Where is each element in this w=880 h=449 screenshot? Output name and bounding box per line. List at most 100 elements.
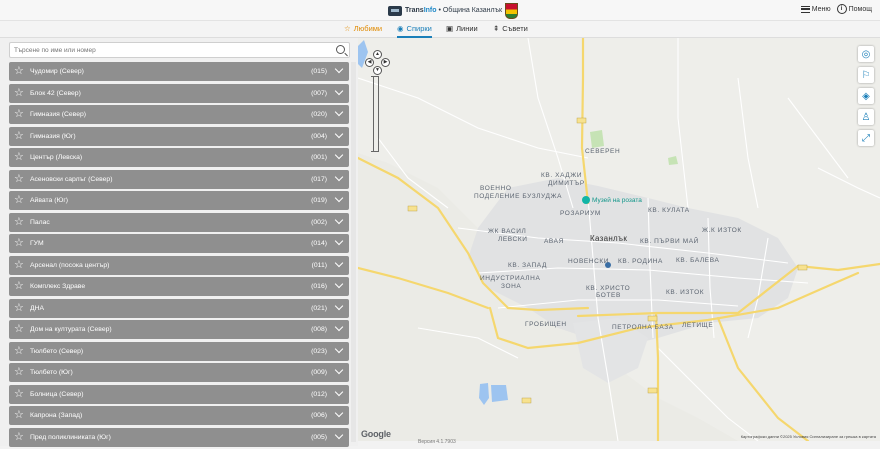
locate-button[interactable]: ◎: [858, 46, 874, 62]
stop-code: (023): [311, 347, 327, 355]
stop-row[interactable]: ☆ Арсенал (посока център) (011): [9, 255, 349, 275]
stop-row[interactable]: ☆ Айвата (Юг) (019): [9, 191, 349, 210]
stop-row[interactable]: ☆ Блок 42 (Север) (007): [9, 83, 349, 103]
stop-code: (012): [311, 390, 327, 398]
tab-tips[interactable]: ⇞ Съвети: [493, 21, 528, 36]
chevron-down-icon[interactable]: [334, 193, 344, 203]
chevron-down-icon[interactable]: [334, 408, 344, 418]
favorite-star-icon[interactable]: ☆: [14, 259, 24, 271]
stop-name: ГУМ: [30, 240, 44, 247]
bus-icon: ▣: [446, 24, 454, 33]
map-label: ПЕТРОЛНА БАЗА: [612, 324, 674, 331]
stop-name: Център (Левска): [30, 154, 83, 161]
favorite-star-icon[interactable]: ☆: [14, 173, 24, 185]
chevron-down-icon[interactable]: [334, 387, 344, 396]
search-input[interactable]: [10, 45, 334, 55]
favorite-star-icon[interactable]: ☆: [14, 366, 24, 378]
favorite-star-icon[interactable]: ☆: [14, 431, 24, 443]
chevron-down-icon[interactable]: [334, 64, 344, 74]
chevron-down-icon[interactable]: [334, 322, 344, 332]
stop-row[interactable]: ☆ Център (Левска) (001): [9, 148, 349, 167]
chevron-down-icon[interactable]: [334, 344, 344, 353]
stop-row[interactable]: ☆ Чудомир (Север) (015): [9, 62, 349, 81]
favorite-star-icon[interactable]: ☆: [14, 302, 24, 314]
help-button[interactable]: i Помощ: [836, 4, 872, 14]
favorite-star-icon[interactable]: ☆: [14, 345, 24, 357]
favorite-star-icon[interactable]: ☆: [14, 280, 24, 292]
favorite-star-icon[interactable]: ☆: [14, 151, 24, 163]
map-label: КВ. ХРИСТО: [586, 285, 630, 292]
map-canvas: СЕВЕРЕН КВ. ХАДЖИ ДИМИТЪР ВОЕННО ПОДЕЛЕН…: [358, 38, 880, 441]
favorite-star-icon[interactable]: ☆: [14, 65, 24, 77]
stops-on-map-button[interactable]: ◈: [858, 88, 874, 104]
stop-code: (015): [311, 68, 327, 75]
favorite-star-icon[interactable]: ☆: [14, 388, 24, 400]
chevron-down-icon[interactable]: [334, 107, 344, 117]
chevron-down-icon[interactable]: [334, 150, 344, 160]
stop-code: (006): [311, 412, 327, 419]
chevron-down-icon[interactable]: [334, 365, 344, 375]
tab-lines[interactable]: ▣ Линии: [446, 21, 478, 36]
stop-row[interactable]: ☆ ДНА (021): [9, 298, 349, 318]
fullscreen-button[interactable]: ⤢: [858, 130, 874, 146]
favorite-star-icon[interactable]: ☆: [14, 130, 24, 142]
stop-name: Блок 42 (Север): [30, 89, 81, 97]
map-label: СЕВЕРЕН: [585, 148, 620, 155]
stop-row[interactable]: ☆ Дом на културата (Север) (008): [9, 320, 349, 339]
stop-code: (014): [311, 240, 327, 247]
map-label: КВ. ХАДЖИ: [541, 172, 582, 179]
map[interactable]: СЕВЕРЕН КВ. ХАДЖИ ДИМИТЪР ВОЕННО ПОДЕЛЕН…: [358, 38, 880, 441]
stop-row[interactable]: ☆ Пред поликлиниката (Юг) (005): [9, 427, 349, 447]
stop-code: (021): [311, 304, 327, 312]
map-label: КВ. ИЗТОК: [666, 289, 704, 296]
map-label: КВ. ЗАПАД: [508, 262, 547, 269]
pan-up-icon[interactable]: ▲: [373, 50, 382, 59]
stop-row[interactable]: ☆ ГУМ (014): [9, 234, 349, 253]
favorite-star-icon[interactable]: ☆: [14, 108, 24, 120]
favorite-star-icon[interactable]: ☆: [14, 216, 24, 228]
menu-button[interactable]: Меню: [800, 5, 831, 13]
chevron-down-icon[interactable]: [334, 86, 344, 95]
user-location-button[interactable]: ♙: [858, 109, 874, 125]
chevron-down-icon[interactable]: [334, 172, 344, 181]
chevron-down-icon[interactable]: [334, 301, 344, 310]
stop-row[interactable]: ☆ Гимназия (Север) (020): [9, 105, 349, 124]
favorite-star-icon[interactable]: ☆: [14, 87, 24, 99]
pan-control[interactable]: ▲ ◀ ▶ ▼: [362, 48, 392, 78]
zoom-slider[interactable]: [371, 76, 379, 152]
stop-code: (005): [311, 433, 327, 441]
map-attribution[interactable]: Картографски данни ©2025 Условия Сигнали…: [741, 434, 876, 439]
tab-stops[interactable]: ◉ Спирки: [397, 21, 432, 38]
stop-row[interactable]: ☆ Болница (Север) (012): [9, 384, 349, 404]
stop-code: (017): [311, 175, 327, 183]
favorite-star-icon[interactable]: ☆: [14, 409, 24, 421]
favorite-star-icon[interactable]: ☆: [14, 194, 24, 206]
pan-left-icon[interactable]: ◀: [365, 58, 374, 67]
stop-row[interactable]: ☆ Капрона (Запад) (006): [9, 406, 349, 425]
stop-row[interactable]: ☆ Гимназия (Юг) (004): [9, 126, 349, 146]
chevron-down-icon[interactable]: [334, 129, 344, 138]
scrollbar[interactable]: [351, 62, 356, 442]
map-label: БОТЕВ: [596, 292, 621, 299]
stop-row[interactable]: ☆ Тюлбето (Юг) (009): [9, 363, 349, 382]
app-logo[interactable]: TransInfo • Община Казанлък: [388, 2, 519, 19]
pan-right-icon[interactable]: ▶: [381, 58, 390, 67]
chevron-down-icon[interactable]: [334, 236, 344, 246]
chevron-down-icon[interactable]: [334, 430, 344, 439]
chevron-down-icon[interactable]: [334, 279, 344, 289]
stop-row[interactable]: ☆ Палас (002): [9, 212, 349, 232]
chevron-down-icon[interactable]: [334, 258, 344, 267]
stop-row[interactable]: ☆ Асеновски сарлъг (Север) (017): [9, 169, 349, 189]
stop-name: Болница (Север): [30, 390, 84, 398]
map-label: КВ. КУЛАТА: [648, 207, 690, 214]
tab-favorites[interactable]: ☆ Любими: [344, 21, 382, 36]
stop-row[interactable]: ☆ Тюлбето (Север) (023): [9, 341, 349, 361]
favorite-star-icon[interactable]: ☆: [14, 323, 24, 335]
route-button[interactable]: ⚐: [858, 67, 874, 83]
pan-down-icon[interactable]: ▼: [373, 66, 382, 75]
stop-row[interactable]: ☆ Комплекс Здраве (016): [9, 277, 349, 296]
search-icon[interactable]: [336, 45, 345, 54]
chevron-down-icon[interactable]: [334, 215, 344, 224]
favorite-star-icon[interactable]: ☆: [14, 237, 24, 249]
map-label: РОЗАРИУМ: [560, 210, 601, 217]
